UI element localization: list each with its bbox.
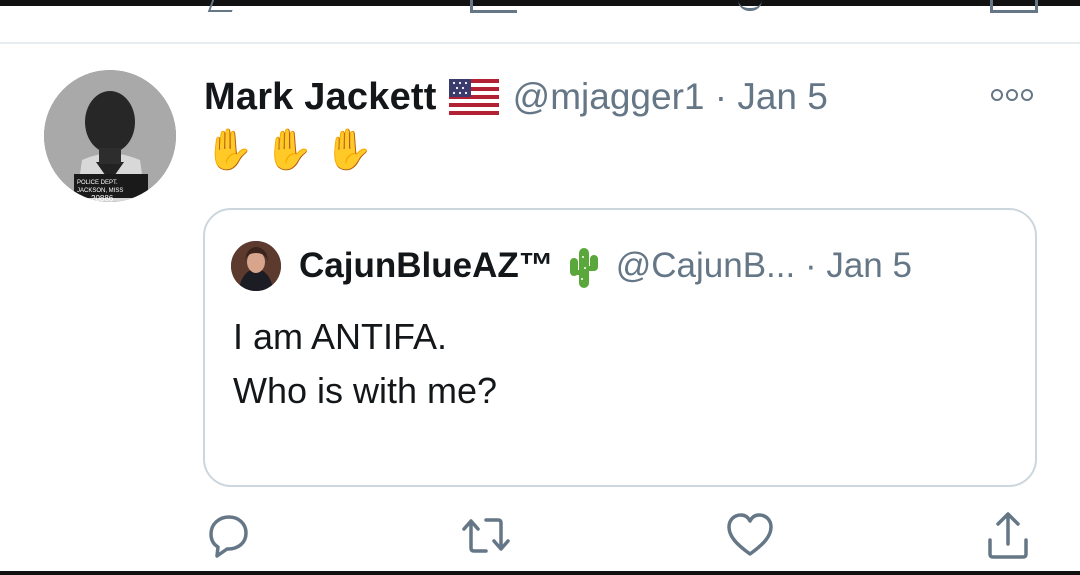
- us-flag-icon: [448, 79, 499, 115]
- quoted-author-handle-date[interactable]: @CajunB... · Jan 5: [616, 246, 912, 286]
- avatar[interactable]: POLICE DEPT. JACKSON, MISS 20886: [44, 70, 176, 202]
- booking-placard-text: POLICE DEPT.: [77, 180, 118, 186]
- quoted-tweet-text: I am ANTIFA. Who is with me?: [233, 310, 993, 418]
- svg-text:20886: 20886: [91, 194, 114, 202]
- more-options-icon[interactable]: [990, 88, 1034, 102]
- previous-share-icon[interactable]: [990, 0, 1038, 13]
- raised-hand-emoji: ✋: [263, 128, 314, 172]
- previous-reply-icon[interactable]: [207, 0, 237, 12]
- raised-hand-emoji: ✋: [204, 128, 254, 172]
- retweet-icon[interactable]: [456, 505, 516, 565]
- share-icon[interactable]: [978, 505, 1038, 565]
- top-screen-edge: [0, 0, 1080, 6]
- tweet-action-bar: [0, 505, 1080, 565]
- quoted-author-name[interactable]: CajunBlueAZ™: [299, 246, 554, 286]
- raised-hand-emoji: ✋: [323, 128, 374, 172]
- tweet-divider: [0, 42, 1080, 44]
- previous-retweet-icon[interactable]: [470, 0, 517, 13]
- cactus-icon: [564, 243, 604, 289]
- tweet-text: ✋ ✋ ✋: [204, 126, 373, 176]
- quoted-text-line: I am ANTIFA.: [233, 316, 448, 357]
- reply-icon[interactable]: [198, 505, 258, 565]
- tweet-header: Mark Jackett @mjagger1 · Jan 5: [204, 72, 828, 122]
- bottom-screen-edge: [0, 571, 1080, 575]
- quoted-author-avatar[interactable]: [231, 241, 281, 291]
- author-handle-date[interactable]: @mjagger1 · Jan 5: [513, 76, 828, 118]
- author-name[interactable]: Mark Jackett: [204, 76, 437, 119]
- quoted-tweet-card[interactable]: CajunBlueAZ™ @CajunB... · Jan 5 I am ANT…: [203, 208, 1037, 487]
- quoted-tweet-header: CajunBlueAZ™ @CajunB... · Jan 5: [231, 240, 912, 292]
- like-icon[interactable]: [720, 505, 780, 565]
- quoted-text-line: Who is with me?: [233, 370, 498, 411]
- previous-like-icon[interactable]: [738, 0, 762, 11]
